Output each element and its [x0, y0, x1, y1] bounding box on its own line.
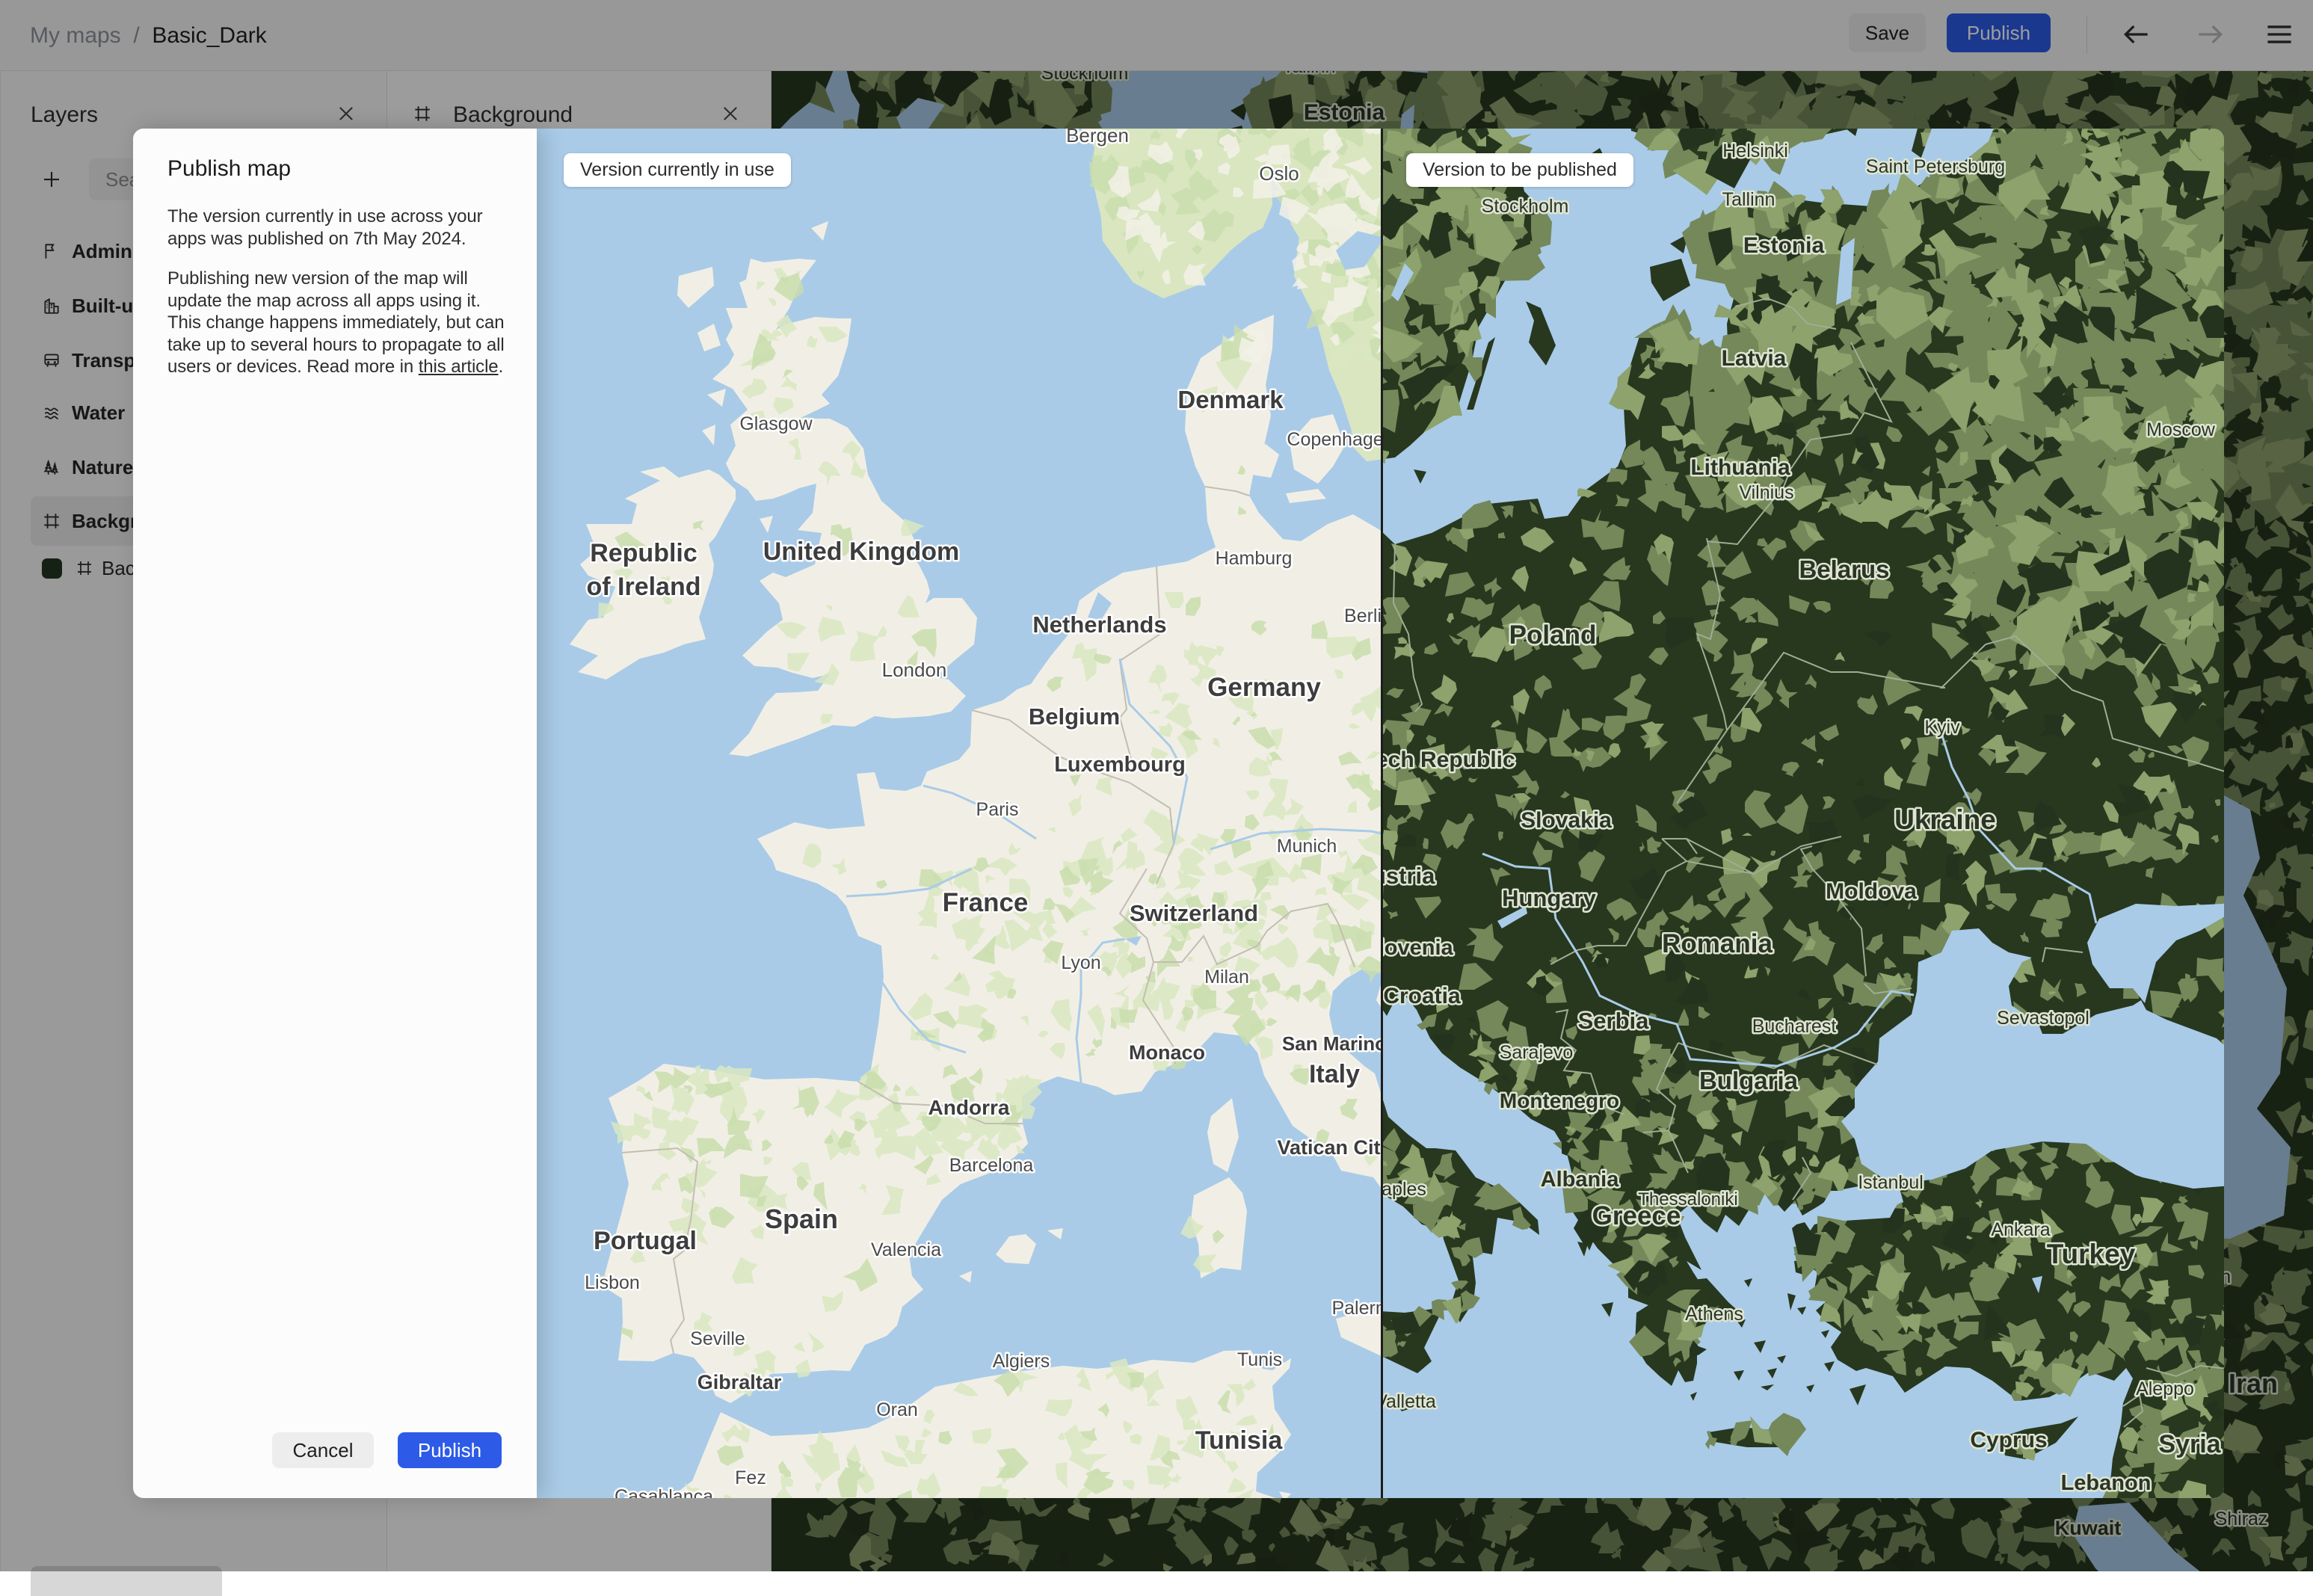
svg-text:Hamburg: Hamburg	[1216, 548, 1293, 569]
svg-text:Fez: Fez	[735, 1467, 766, 1488]
svg-text:Istanbul: Istanbul	[1858, 1172, 1924, 1193]
svg-text:Tallinn: Tallinn	[1722, 189, 1775, 210]
svg-text:Gibraltar: Gibraltar	[697, 1371, 782, 1393]
svg-text:Vatican City: Vatican City	[1277, 1136, 1391, 1159]
svg-text:Turkey: Turkey	[2047, 1239, 2136, 1269]
svg-text:Latvia: Latvia	[1722, 346, 1787, 371]
svg-text:Belarus: Belarus	[1799, 555, 1889, 583]
svg-text:Greece: Greece	[1592, 1201, 1681, 1230]
svg-text:Switzerland: Switzerland	[1130, 900, 1258, 926]
svg-text:Netherlands: Netherlands	[1032, 611, 1166, 638]
svg-text:Ukraine: Ukraine	[1894, 804, 1996, 835]
svg-text:Tunis: Tunis	[1237, 1349, 1282, 1370]
svg-text:Athens: Athens	[1685, 1304, 1743, 1325]
svg-text:Poland: Poland	[1509, 620, 1597, 650]
svg-text:Stockholm: Stockholm	[1482, 196, 1569, 217]
svg-text:France: France	[943, 888, 1029, 917]
svg-text:Monaco: Monaco	[1129, 1041, 1205, 1064]
svg-text:Hungary: Hungary	[1502, 885, 1597, 911]
svg-text:Portugal: Portugal	[594, 1227, 697, 1255]
svg-text:Slovakia: Slovakia	[1521, 808, 1612, 833]
svg-text:Munich: Munich	[1277, 836, 1337, 857]
svg-text:Moldova: Moldova	[1826, 879, 1917, 904]
svg-text:Estonia: Estonia	[1743, 233, 1825, 258]
svg-text:Romania: Romania	[1662, 929, 1773, 958]
svg-text:Aleppo: Aleppo	[2136, 1378, 2194, 1399]
svg-text:Denmark: Denmark	[1177, 386, 1284, 413]
svg-text:Valletta: Valletta	[1375, 1391, 1436, 1412]
svg-text:Cyprus: Cyprus	[1970, 1428, 2047, 1452]
svg-text:Algiers: Algiers	[993, 1351, 1050, 1372]
svg-text:San Marino: San Marino	[1282, 1032, 1387, 1055]
svg-text:Barcelona: Barcelona	[949, 1155, 1034, 1176]
svg-text:Montenegro: Montenegro	[1500, 1089, 1619, 1112]
svg-text:Italy: Italy	[1309, 1060, 1360, 1088]
svg-text:Croatia: Croatia	[1383, 984, 1461, 1008]
svg-text:United Kingdom: United Kingdom	[763, 537, 960, 566]
svg-text:Moscow: Moscow	[2146, 419, 2216, 440]
svg-text:Bulgaria: Bulgaria	[1699, 1067, 1799, 1094]
svg-text:Belgium: Belgium	[1029, 703, 1120, 730]
svg-text:Glasgow: Glasgow	[739, 413, 813, 434]
svg-text:Bergen: Bergen	[1066, 129, 1129, 147]
svg-text:Andorra: Andorra	[928, 1096, 1010, 1119]
svg-text:Oran: Oran	[876, 1399, 918, 1420]
svg-text:Albania: Albania	[1541, 1168, 1620, 1192]
svg-text:Republic: Republic	[590, 539, 697, 567]
svg-text:Serbia: Serbia	[1578, 1008, 1650, 1034]
svg-text:Tunisia: Tunisia	[1195, 1426, 1284, 1455]
svg-text:Luxembourg: Luxembourg	[1054, 753, 1186, 777]
svg-text:Copenhagen: Copenhagen	[1287, 429, 1393, 450]
svg-text:of Ireland: of Ireland	[586, 573, 700, 601]
svg-text:Syria: Syria	[2158, 1430, 2221, 1458]
svg-text:Paris: Paris	[976, 799, 1019, 820]
svg-text:Germany: Germany	[1207, 673, 1321, 702]
svg-text:Kyiv: Kyiv	[1924, 717, 1960, 738]
svg-text:Valencia: Valencia	[871, 1239, 941, 1260]
svg-text:Bucharest: Bucharest	[1752, 1016, 1837, 1037]
svg-text:Ankara: Ankara	[1991, 1219, 2050, 1240]
svg-text:Milan: Milan	[1204, 967, 1249, 988]
svg-text:Saint Petersburg: Saint Petersburg	[1866, 156, 2005, 177]
svg-text:Lisbon: Lisbon	[585, 1272, 640, 1293]
svg-text:London: London	[882, 659, 947, 681]
svg-text:Oslo: Oslo	[1259, 162, 1299, 185]
svg-text:Casablanca: Casablanca	[615, 1486, 713, 1498]
svg-text:Lithuania: Lithuania	[1690, 455, 1790, 480]
svg-text:Lebanon: Lebanon	[2061, 1471, 2152, 1495]
svg-text:Seville: Seville	[690, 1328, 745, 1349]
svg-text:Lyon: Lyon	[1061, 952, 1100, 973]
svg-text:Sevastopol: Sevastopol	[1997, 1008, 2089, 1029]
svg-text:Vilnius: Vilnius	[1739, 482, 1793, 503]
svg-text:Sarajevo: Sarajevo	[1500, 1042, 1574, 1063]
svg-text:Spain: Spain	[765, 1204, 838, 1234]
svg-text:Helsinki: Helsinki	[1722, 141, 1788, 161]
